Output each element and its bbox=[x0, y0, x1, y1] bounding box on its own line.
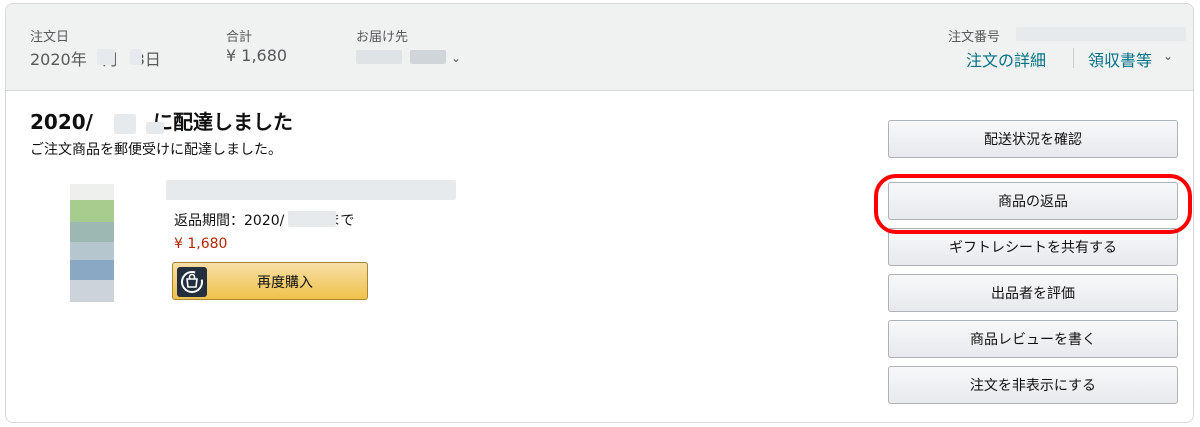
product-title-link[interactable] bbox=[166, 180, 456, 200]
link-divider bbox=[1073, 48, 1074, 68]
buy-again-label: 再度購入 bbox=[257, 275, 313, 291]
redacted-date-block bbox=[146, 122, 164, 134]
redacted-date-block bbox=[130, 49, 142, 65]
write-review-button[interactable]: 商品レビューを書く bbox=[888, 320, 1178, 358]
track-package-button[interactable]: 配送状況を確認 bbox=[888, 120, 1178, 158]
redacted-recipient-name bbox=[356, 50, 402, 64]
hide-order-button[interactable]: 注文を非表示にする bbox=[888, 366, 1178, 404]
redacted-date-block bbox=[97, 49, 115, 65]
rate-seller-button[interactable]: 出品者を評価 bbox=[888, 274, 1178, 312]
order-details-link[interactable]: 注文の詳細 bbox=[966, 47, 1046, 71]
highlight-annotation bbox=[874, 174, 1192, 234]
chevron-down-icon[interactable]: ⌄ bbox=[1163, 49, 1173, 63]
receipt-link[interactable]: 領収書等 bbox=[1088, 47, 1152, 71]
order-card: 注文日 2020年 月 3日 合計 ¥ 1,680 お届け先 ⌄ 注文番号 注文… bbox=[5, 3, 1194, 423]
product-thumbnail[interactable] bbox=[70, 184, 114, 302]
order-date-label: 注文日 bbox=[30, 30, 70, 45]
item-price: ¥ 1,680 bbox=[174, 236, 228, 252]
total-label: 合計 bbox=[226, 30, 253, 45]
redacted-recipient-name[interactable] bbox=[410, 50, 446, 64]
ship-to-label: お届け先 bbox=[356, 30, 409, 45]
redacted-order-number bbox=[1016, 27, 1186, 41]
order-header: 注文日 2020年 月 3日 合計 ¥ 1,680 お届け先 ⌄ 注文番号 注文… bbox=[6, 4, 1193, 91]
redacted-date-block bbox=[288, 211, 336, 227]
buy-again-button[interactable]: 再度購入 bbox=[172, 262, 368, 300]
redacted-date-block bbox=[114, 114, 136, 134]
delivery-status-subtext: ご注文商品を郵便受けに配達しました。 bbox=[30, 142, 282, 158]
order-number-label: 注文番号 bbox=[948, 30, 1001, 45]
chevron-down-icon[interactable]: ⌄ bbox=[451, 51, 461, 65]
total-value: ¥ 1,680 bbox=[226, 46, 288, 65]
